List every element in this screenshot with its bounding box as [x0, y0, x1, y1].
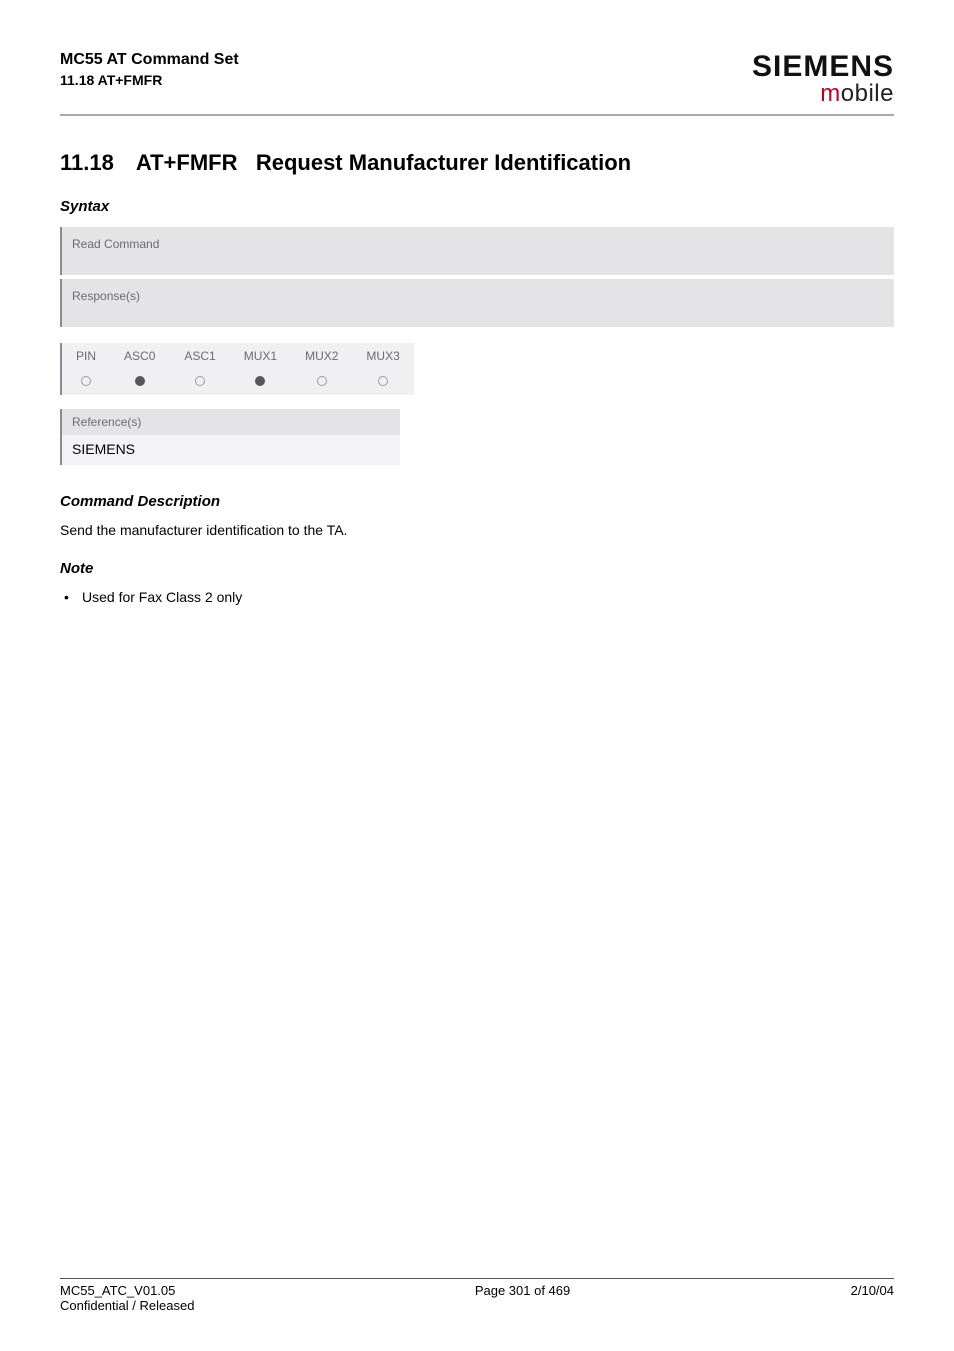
footer-confidential: Confidential / Released: [60, 1298, 194, 1313]
doc-subtitle: 11.18 AT+FMFR: [60, 71, 239, 89]
section-name: Request Manufacturer Identification: [256, 150, 631, 175]
reference-value: SIEMENS: [62, 435, 400, 465]
syntax-heading: Syntax: [60, 198, 894, 215]
dot-empty-icon: [378, 376, 388, 386]
indicator-cell: [352, 369, 413, 395]
page-footer: MC55_ATC_V01.05 Confidential / Released …: [60, 1278, 894, 1313]
indicator-header: ASC1: [170, 343, 229, 369]
brand-main: SIEMENS: [752, 50, 894, 84]
indicator-cell: [61, 369, 110, 395]
reference-label: Reference(s): [62, 409, 400, 435]
header-left: MC55 AT Command Set 11.18 AT+FMFR: [60, 50, 239, 89]
indicator-header: MUX1: [230, 343, 291, 369]
indicator-header-row: PIN ASC0 ASC1 MUX1 MUX2 MUX3: [61, 343, 414, 369]
indicator-header: MUX3: [352, 343, 413, 369]
indicator-cell: [110, 369, 170, 395]
indicator-table: PIN ASC0 ASC1 MUX1 MUX2 MUX3: [60, 343, 414, 395]
page-header: MC55 AT Command Set 11.18 AT+FMFR SIEMEN…: [60, 50, 894, 108]
indicator-cell: [170, 369, 229, 395]
header-divider: [60, 114, 894, 116]
brand-sub: mobile: [752, 80, 894, 108]
command-description-heading: Command Description: [60, 493, 894, 510]
dot-filled-icon: [135, 376, 145, 386]
section-number: 11.18: [60, 150, 114, 176]
brand-block: SIEMENS mobile: [752, 50, 894, 108]
brand-sub-rest: obile: [841, 80, 894, 107]
note-heading: Note: [60, 560, 894, 577]
indicator-header: ASC0: [110, 343, 170, 369]
syntax-block: Read Command Response(s): [60, 227, 894, 327]
dot-filled-icon: [255, 376, 265, 386]
section-command: AT+FMFR: [136, 150, 238, 175]
read-command-label: Read Command: [72, 237, 159, 251]
note-item: Used for Fax Class 2 only: [64, 589, 894, 605]
brand-sub-prefix: m: [820, 80, 841, 107]
footer-version: MC55_ATC_V01.05: [60, 1283, 175, 1298]
indicator-header: MUX2: [291, 343, 352, 369]
indicator-value-row: [61, 369, 414, 395]
footer-center: Page 301 of 469: [194, 1283, 850, 1313]
footer-left: MC55_ATC_V01.05 Confidential / Released: [60, 1283, 194, 1313]
indicator-header: PIN: [61, 343, 110, 369]
footer-right: 2/10/04: [851, 1283, 894, 1313]
dot-empty-icon: [195, 376, 205, 386]
dot-empty-icon: [81, 376, 91, 386]
response-label: Response(s): [72, 289, 140, 303]
read-command-box: Read Command: [60, 227, 894, 275]
reference-block: Reference(s) SIEMENS: [60, 409, 400, 465]
command-description-text: Send the manufacturer identification to …: [60, 522, 894, 538]
dot-empty-icon: [317, 376, 327, 386]
indicator-cell: [291, 369, 352, 395]
indicator-cell: [230, 369, 291, 395]
doc-title: MC55 AT Command Set: [60, 50, 239, 71]
note-list: Used for Fax Class 2 only: [60, 589, 894, 605]
section-title: 11.18 AT+FMFR Request Manufacturer Identi…: [60, 150, 894, 176]
response-box: Response(s): [60, 279, 894, 327]
